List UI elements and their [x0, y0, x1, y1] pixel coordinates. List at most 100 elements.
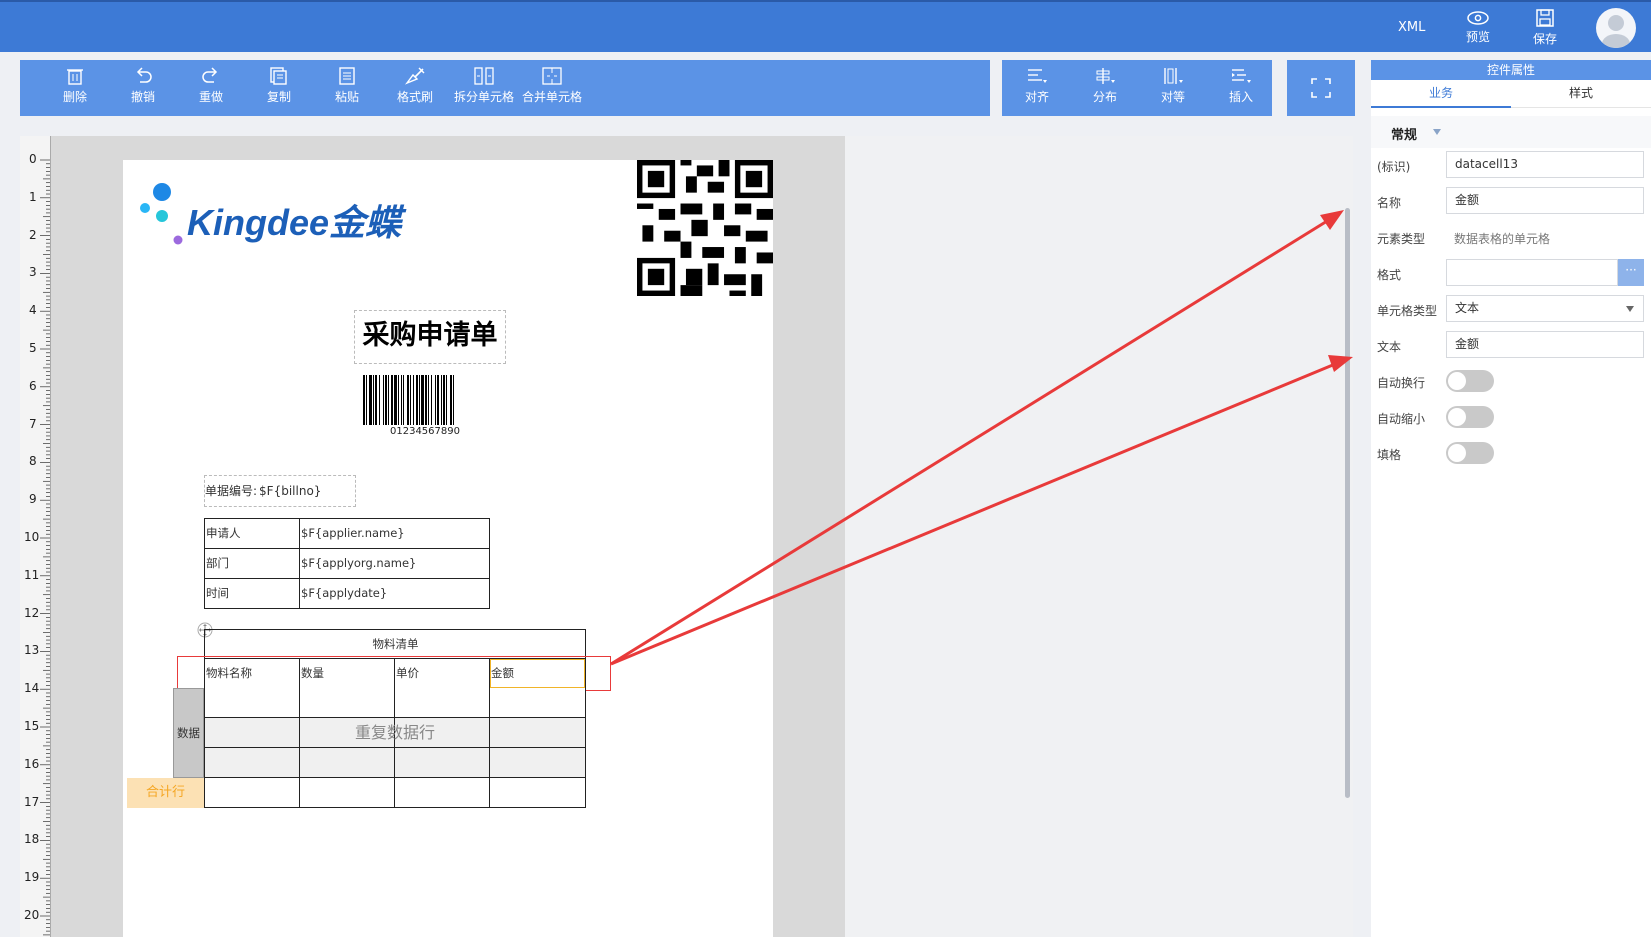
prop-element-type-value: 数据表格的单元格	[1454, 232, 1551, 246]
top-bar: XML 预览 保存	[0, 0, 1651, 52]
merge-cell-button[interactable]: 合并单元格	[520, 60, 584, 116]
prop-format-input[interactable]	[1446, 259, 1618, 286]
toggle-fill-cell[interactable]	[1446, 442, 1494, 464]
preview-label: 预览	[1465, 30, 1490, 44]
ruler-number: 19	[24, 870, 40, 885]
ruler-number: 9	[29, 492, 37, 507]
logo-text: Kingdee金蝶	[187, 202, 402, 243]
billno-field[interactable]: 单据编号: $F{billno}	[204, 475, 356, 507]
toggle-auto-wrap[interactable]	[1446, 370, 1494, 392]
prop-cell-type-select[interactable]: 文本	[1446, 295, 1644, 322]
preview-button[interactable]: 预览	[1458, 10, 1498, 45]
delete-button[interactable]: 删除	[45, 60, 105, 116]
redo-label: 重做	[198, 90, 223, 104]
total-cell[interactable]	[489, 777, 586, 808]
distribute-icon	[1096, 68, 1115, 84]
prop-id-input[interactable]: datacell13	[1446, 151, 1644, 178]
info-label-time[interactable]: 时间	[204, 578, 300, 609]
barcode	[363, 375, 454, 425]
ruler-number: 17	[24, 794, 40, 809]
insert-label: 插入	[1228, 90, 1253, 104]
data-band-label[interactable]: 数据	[173, 688, 204, 778]
equal-size-icon	[1164, 68, 1183, 84]
delete-label: 删除	[62, 90, 87, 104]
total-cell[interactable]	[204, 777, 300, 808]
ruler-number: 11	[24, 567, 40, 582]
toggle-auto-shrink[interactable]	[1446, 406, 1494, 428]
info-value-dept[interactable]: $F{applyorg.name}	[299, 548, 490, 579]
canvas-scrollbar[interactable]	[1345, 208, 1350, 798]
repeat-data-rows[interactable]: 重复数据行	[204, 688, 586, 778]
ruler-number: 14	[24, 681, 40, 696]
tab-business[interactable]: 业务	[1371, 80, 1511, 108]
document-title[interactable]: 采购申请单	[354, 310, 506, 364]
billno-label: 单据编号:	[205, 484, 258, 498]
split-cell-label: 拆分单元格	[453, 90, 514, 104]
total-cell[interactable]	[394, 777, 490, 808]
equalize-label: 对等	[1160, 90, 1185, 104]
chevron-down-icon	[1626, 306, 1634, 312]
redo-icon	[202, 67, 218, 83]
copy-button[interactable]: 复制	[249, 60, 309, 116]
cell-type-value: 文本	[1455, 301, 1480, 315]
avatar[interactable]	[1596, 8, 1636, 48]
ruler-number: 18	[24, 832, 40, 847]
total-cell[interactable]	[299, 777, 395, 808]
split-cell-icon	[474, 67, 494, 85]
layout-toolbar: 对齐 分布 对等 插入	[1002, 60, 1272, 116]
prop-text-input[interactable]: 金额	[1446, 331, 1644, 358]
brush-icon	[404, 67, 425, 85]
align-icon	[1028, 69, 1047, 83]
prop-label-format: 格式	[1377, 268, 1402, 282]
repeat-data-label: 重复数据行	[354, 723, 435, 742]
info-value-time[interactable]: $F{applydate}	[299, 578, 490, 609]
report-page: Kingdee金蝶 采购申请单 01234567890 单据编号: $F{bill…	[123, 160, 773, 937]
info-value-applier[interactable]: $F{applier.name}	[299, 518, 490, 549]
section-general-header[interactable]: 常规	[1371, 116, 1651, 148]
paste-label: 粘贴	[334, 90, 359, 104]
xml-label: XML	[1398, 20, 1426, 35]
fullscreen-button[interactable]	[1287, 60, 1355, 116]
column-header-name[interactable]: 物料名称	[204, 658, 300, 689]
prop-label-id: (标识)	[1377, 160, 1411, 174]
info-label-applier[interactable]: 申请人	[204, 518, 300, 549]
trash-icon	[67, 69, 83, 85]
paste-icon	[339, 67, 355, 85]
prop-label-name: 名称	[1377, 196, 1402, 210]
vertical-ruler: 0 1 2 3 4 5 6 7 8 9 10 11 12 13 14 15 16 17 18 19 20	[20, 136, 51, 937]
redo-button[interactable]: 重做	[181, 60, 241, 116]
ruler-number: 7	[29, 416, 37, 431]
total-row-label[interactable]: 合计行	[127, 778, 204, 808]
xml-button[interactable]: XML	[1398, 20, 1425, 35]
format-painter-label: 格式刷	[396, 90, 433, 104]
align-label: 对齐	[1024, 90, 1049, 104]
save-button[interactable]: 保存	[1525, 8, 1565, 47]
ruler-number: 5	[29, 341, 37, 355]
align-button[interactable]: 对齐	[1007, 60, 1067, 116]
split-cell-button[interactable]: 拆分单元格	[452, 60, 516, 116]
eye-icon	[1467, 11, 1489, 25]
merge-cell-label: 合并单元格	[521, 90, 582, 104]
equalize-button[interactable]: 对等	[1143, 60, 1203, 116]
ruler-number: 10	[24, 530, 40, 544]
info-label-dept[interactable]: 部门	[204, 548, 300, 579]
tab-style[interactable]: 样式	[1511, 80, 1651, 108]
ruler-number: 0	[29, 152, 37, 166]
undo-button[interactable]: 撤销	[113, 60, 173, 116]
format-painter-button[interactable]: 格式刷	[385, 60, 445, 116]
insert-button[interactable]: 插入	[1211, 60, 1271, 116]
panel-title: 控件属性	[1371, 60, 1651, 80]
fullscreen-icon	[1311, 78, 1331, 98]
column-header-amount[interactable]: 金额	[489, 658, 586, 689]
copy-label: 复制	[266, 90, 291, 104]
column-header-price[interactable]: 单价	[394, 658, 490, 689]
caret-down-icon	[1433, 129, 1441, 135]
copy-icon	[270, 67, 287, 85]
column-header-qty[interactable]: 数量	[299, 658, 395, 689]
format-picker-button[interactable]: ···	[1618, 259, 1644, 286]
material-table-title[interactable]: 物料清单	[204, 629, 586, 659]
prop-name-input[interactable]: 金额	[1446, 187, 1644, 214]
distribute-button[interactable]: 分布	[1075, 60, 1135, 116]
paste-button[interactable]: 粘贴	[317, 60, 377, 116]
save-label: 保存	[1532, 32, 1557, 46]
